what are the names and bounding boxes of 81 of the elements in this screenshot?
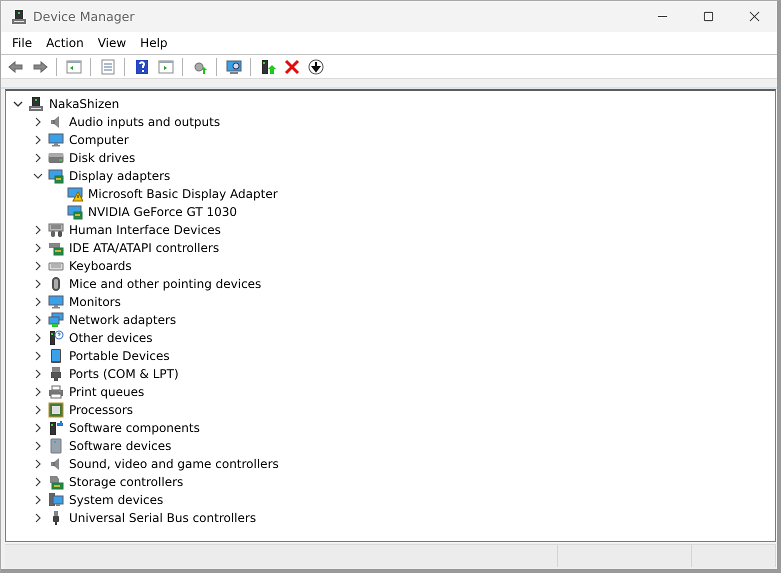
- window-pane-icon: [158, 58, 174, 74]
- tree-item[interactable]: Display adapters: [69, 169, 170, 183]
- chevron-icon[interactable]: [33, 351, 43, 361]
- help-icon: [134, 58, 150, 74]
- chevron-icon[interactable]: [33, 405, 43, 415]
- computer-tower-icon: [11, 8, 27, 24]
- tree-item[interactable]: Human Interface Devices: [69, 223, 221, 237]
- tree-item[interactable]: Audio inputs and outputs: [69, 115, 220, 129]
- chevron-icon[interactable]: [33, 459, 43, 469]
- disk-drive-icon: [48, 150, 64, 166]
- tree-item[interactable]: Monitors: [69, 295, 121, 309]
- network-icon: [48, 312, 64, 328]
- computer-tower-icon: [28, 96, 44, 112]
- chevron-icon[interactable]: [33, 225, 43, 235]
- chevron-icon[interactable]: [33, 369, 43, 379]
- chevron-icon[interactable]: [33, 279, 43, 289]
- tree-item[interactable]: Keyboards: [69, 259, 132, 273]
- monitor-search-icon: [226, 58, 242, 74]
- forward-arrow-icon: [32, 58, 48, 74]
- close-icon: [284, 58, 300, 74]
- tree-item[interactable]: Other devices: [69, 331, 153, 345]
- keyboard-icon: [48, 222, 64, 238]
- tree-item[interactable]: Mice and other pointing devices: [69, 277, 262, 291]
- device-upload-icon: [260, 58, 276, 74]
- chevron-icon[interactable]: [33, 315, 43, 325]
- tree-item[interactable]: Portable Devices: [69, 349, 170, 363]
- tower-icon: [48, 438, 64, 454]
- monitor-icon: [48, 294, 64, 310]
- back-arrow-icon: [8, 58, 24, 74]
- properties-icon: [100, 58, 116, 74]
- chevron-icon[interactable]: [33, 477, 43, 487]
- tree-item[interactable]: Sound, video and game controllers: [69, 457, 279, 471]
- tree-item[interactable]: Print queues: [69, 385, 144, 399]
- monitor-icon: [48, 132, 64, 148]
- chevron-icon[interactable]: [33, 387, 43, 397]
- monitor-card-icon: [48, 168, 64, 184]
- chevron-icon[interactable]: [33, 117, 43, 127]
- processor-icon: [48, 402, 64, 418]
- tree-item[interactable]: IDE ATA/ATAPI controllers: [69, 241, 220, 255]
- tree-item[interactable]: Ports (COM & LPT): [69, 367, 179, 381]
- close-icon: [748, 11, 760, 22]
- chevron-icon[interactable]: [33, 441, 43, 451]
- tree-item[interactable]: Universal Serial Bus controllers: [69, 511, 256, 525]
- tree-item[interactable]: System devices: [69, 493, 164, 507]
- tree-item[interactable]: Disk drives: [69, 151, 136, 165]
- tablet-icon: [48, 348, 64, 364]
- tree-item[interactable]: Software devices: [69, 439, 172, 453]
- menu-item[interactable]: View: [90, 36, 134, 50]
- menu-item[interactable]: Action: [39, 36, 91, 50]
- chevron-icon[interactable]: [33, 297, 43, 307]
- chevron-icon[interactable]: [13, 99, 23, 109]
- chevron-icon[interactable]: [33, 513, 43, 523]
- storage-card-icon: [48, 474, 64, 490]
- tree-item[interactable]: Computer: [69, 133, 129, 147]
- tree-item[interactable]: Storage controllers: [69, 475, 184, 489]
- computer-icon: [48, 492, 64, 508]
- chevron-icon[interactable]: [33, 423, 43, 433]
- drive-card-icon: [48, 240, 64, 256]
- chevron-icon[interactable]: [33, 153, 43, 163]
- tree-item[interactable]: Microsoft Basic Display Adapter: [88, 187, 278, 201]
- puzzle-tower-icon: [48, 420, 64, 436]
- port-icon: [48, 366, 64, 382]
- chevron-icon[interactable]: [33, 171, 43, 181]
- tree-item[interactable]: NakaShizen: [49, 97, 120, 111]
- menu-item[interactable]: Help: [133, 36, 175, 50]
- chevron-icon[interactable]: [33, 333, 43, 343]
- tree-item[interactable]: Processors: [69, 403, 134, 417]
- unknown-device-icon: [48, 330, 64, 346]
- tree-item[interactable]: Network adapters: [69, 313, 176, 327]
- chevron-icon[interactable]: [33, 135, 43, 145]
- down-arrow-circle-icon: [308, 58, 324, 74]
- menu-item[interactable]: File: [5, 36, 40, 50]
- tree-item[interactable]: Software components: [69, 421, 200, 435]
- chevron-icon[interactable]: [33, 243, 43, 253]
- window-title: Device Manager: [33, 9, 135, 24]
- maximize-icon: [702, 11, 714, 22]
- printer-icon: [48, 384, 64, 400]
- window-pane-icon: [66, 58, 82, 74]
- chevron-icon[interactable]: [33, 495, 43, 505]
- tree-item[interactable]: NVIDIA GeForce GT 1030: [88, 205, 238, 219]
- chevron-icon[interactable]: [33, 261, 43, 271]
